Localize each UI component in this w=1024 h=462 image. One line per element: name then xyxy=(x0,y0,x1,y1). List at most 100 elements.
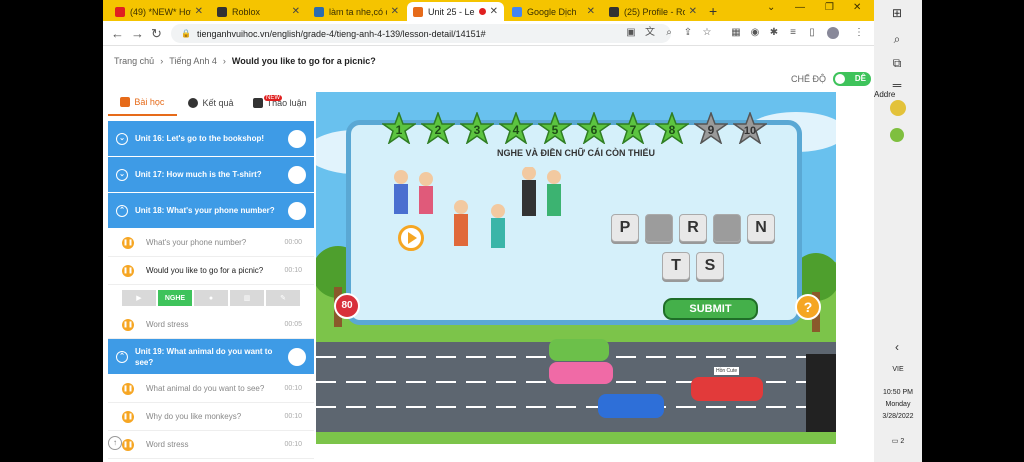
close-icon[interactable]: ✕ xyxy=(391,6,399,17)
listen-button[interactable]: NGHE xyxy=(158,290,192,306)
reload-icon[interactable]: ↻ xyxy=(151,26,162,42)
list-item[interactable]: ❚❚ Why do you like monkeys? 00:10 xyxy=(108,403,314,431)
lesson-title: What's your phone number? xyxy=(146,238,247,247)
tab-unit25[interactable]: Unit 25 - Le ✕ xyxy=(407,2,504,21)
letter-blank[interactable] xyxy=(645,214,673,242)
lesson-duration: 00:10 xyxy=(284,385,302,392)
forward-icon[interactable]: → xyxy=(131,26,144,41)
extension-icon[interactable]: ◉ xyxy=(749,27,761,39)
star-level[interactable]: 4 xyxy=(499,112,533,144)
grass-bottom xyxy=(316,432,836,444)
maximize-icon[interactable]: ❐ xyxy=(825,2,834,13)
bookmark-star-icon[interactable]: ☆ xyxy=(701,27,713,39)
search-icon[interactable]: ⌕ xyxy=(890,32,904,46)
star-number: 2 xyxy=(435,123,442,137)
mode-toggle[interactable]: DÊ xyxy=(833,72,872,86)
unit-header[interactable]: ⌄ Unit 16: Let's go to the bookshop! xyxy=(108,121,314,157)
notification-icon[interactable]: ▭ 2 xyxy=(874,437,922,445)
audio-play-button[interactable] xyxy=(398,225,424,251)
tab-results[interactable]: Kết quả xyxy=(177,90,246,116)
list-item[interactable]: ❚❚ Word stress 00:10 xyxy=(108,431,314,459)
submit-button[interactable]: SUBMIT xyxy=(663,298,758,320)
tab-google-translate[interactable]: Google Dịch ✕ xyxy=(506,2,601,21)
tab-discussion[interactable]: Thảo luận xyxy=(245,90,314,116)
microphone-icon[interactable]: ● xyxy=(194,290,228,306)
sidebar-icon[interactable]: ▯ xyxy=(806,27,818,39)
star-level[interactable]: 5 xyxy=(538,112,572,144)
star-level[interactable]: 6 xyxy=(577,112,611,144)
minimize-icon[interactable]: — xyxy=(795,2,805,13)
puzzle-icon[interactable]: ✱ xyxy=(768,27,780,39)
letter-tile[interactable]: P xyxy=(611,214,639,242)
help-button[interactable]: ? xyxy=(795,294,821,320)
star-level[interactable]: 7 xyxy=(616,112,650,144)
lesson-title: What animal do you want to see? xyxy=(146,384,265,393)
windows-start-icon[interactable]: ⊞ xyxy=(890,6,904,20)
url-field[interactable]: 🔒 tienganhvuihoc.vn/english/grade-4/tien… xyxy=(171,24,671,43)
tab-title: Google Dịch xyxy=(527,6,577,17)
breadcrumb-home[interactable]: Trang chủ xyxy=(114,56,154,66)
list-item-current[interactable]: ❚❚ Would you like to go for a picnic? 00… xyxy=(108,257,314,285)
tab-youtube[interactable]: (49) *NEW* How ✕ xyxy=(109,2,209,21)
activity-bar: ▶ NGHE ● ▥ ✎ xyxy=(108,285,314,311)
camera-icon[interactable]: ▣ xyxy=(625,27,637,39)
unit-header[interactable]: ⌃ Unit 18: What's your phone number? xyxy=(108,193,314,229)
book-icon[interactable]: ▥ xyxy=(230,290,264,306)
window-close-icon[interactable]: ✕ xyxy=(853,2,861,13)
pencil-icon[interactable]: ✎ xyxy=(266,290,300,306)
roblox-icon xyxy=(609,6,619,17)
letter-blank[interactable] xyxy=(713,214,741,242)
letter-tile[interactable]: N xyxy=(747,214,775,242)
star-level[interactable]: 2 xyxy=(421,112,455,144)
app-icon[interactable] xyxy=(890,128,904,142)
close-icon[interactable]: ✕ xyxy=(195,6,203,17)
chrome-icon[interactable] xyxy=(890,100,906,116)
breadcrumb-subject[interactable]: Tiếng Anh 4 xyxy=(169,56,217,66)
list-item[interactable]: ❚❚ What's your phone number? 00:00 xyxy=(108,229,314,257)
scroll-top-button[interactable]: ↑ xyxy=(108,436,122,450)
chevron-left-icon[interactable]: ‹ xyxy=(890,340,904,354)
list-item[interactable]: ❚❚ What animal do you want to see? 00:10 xyxy=(108,375,314,403)
play-circle-icon[interactable]: ▶ xyxy=(122,290,156,306)
translate-icon[interactable]: 文 xyxy=(644,27,656,39)
car xyxy=(549,362,613,384)
tab-roblox[interactable]: Roblox ✕ xyxy=(211,2,306,21)
close-icon[interactable]: ✕ xyxy=(490,6,498,17)
tab-roblox-profile[interactable]: (25) Profile - Rol ✕ xyxy=(603,2,703,21)
letter-tile[interactable]: R xyxy=(679,214,707,242)
profile-avatar[interactable] xyxy=(827,27,839,39)
clock-day[interactable]: Monday xyxy=(874,401,922,408)
tab-document[interactable]: làm ta nhe,có đủ ✕ xyxy=(308,2,405,21)
unit-header[interactable]: ⌄ Unit 17: How much is the T-shirt? xyxy=(108,157,314,193)
letter-tile[interactable]: T xyxy=(662,252,690,280)
new-tab-button[interactable]: + xyxy=(709,3,717,19)
finish-line xyxy=(806,354,836,432)
star-level[interactable]: 1 xyxy=(382,112,416,144)
tab-lessons[interactable]: Bài học xyxy=(108,90,177,116)
close-icon[interactable]: ✕ xyxy=(587,6,595,17)
side-label: Addre xyxy=(874,90,896,99)
browser-window: (49) *NEW* How ✕ Roblox ✕ làm ta nhe,có … xyxy=(103,0,874,462)
tab-search-icon[interactable]: ⌄ xyxy=(767,2,775,13)
zoom-icon[interactable]: ⌕ xyxy=(663,27,675,39)
letter-tile[interactable]: S xyxy=(696,252,724,280)
share-icon[interactable]: ⇪ xyxy=(682,27,694,39)
list-item[interactable]: ❚❚ Word stress 00:05 xyxy=(108,311,314,339)
breadcrumb-current: Would you like to go for a picnic? xyxy=(231,56,376,66)
star-level[interactable]: 9 xyxy=(694,112,728,144)
tab-title: Unit 25 - Le xyxy=(428,6,475,17)
close-icon[interactable]: ✕ xyxy=(292,6,300,17)
star-level[interactable]: 8 xyxy=(655,112,689,144)
clock-time[interactable]: 10:50 PM xyxy=(874,389,922,396)
menu-icon[interactable]: ⋮ xyxy=(853,27,865,39)
clock-date[interactable]: 3/28/2022 xyxy=(874,413,922,420)
star-level[interactable]: 3 xyxy=(460,112,494,144)
media-icon[interactable]: ≡ xyxy=(787,27,799,39)
star-level[interactable]: 10 xyxy=(733,112,767,144)
extension-icon[interactable]: ▦ xyxy=(730,27,742,39)
unit-header[interactable]: ⌃ Unit 19: What animal do you want to se… xyxy=(108,339,314,375)
language-indicator[interactable]: VIE xyxy=(874,366,922,373)
back-icon[interactable]: ← xyxy=(111,26,124,41)
close-icon[interactable]: ✕ xyxy=(689,6,697,17)
task-view-icon[interactable]: ⧉ xyxy=(890,56,904,70)
